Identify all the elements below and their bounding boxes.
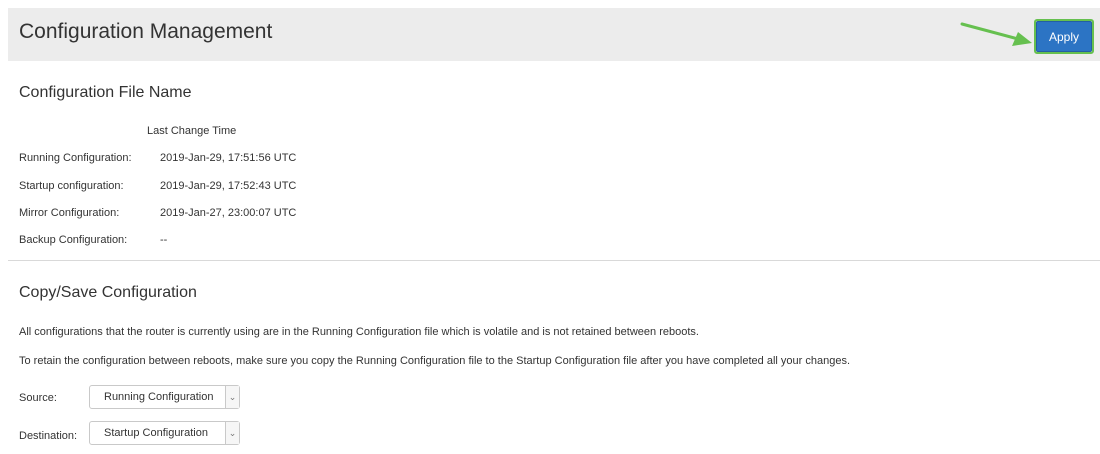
destination-select-value: Startup Configuration bbox=[104, 427, 208, 439]
destination-label: Destination: bbox=[19, 430, 78, 442]
row-value-backup: -- bbox=[160, 234, 168, 246]
source-label: Source: bbox=[19, 392, 57, 404]
column-header-last-change-time: Last Change Time bbox=[147, 125, 237, 137]
info-text-running: All configurations that the router is cu… bbox=[19, 326, 699, 338]
destination-select[interactable]: Startup Configuration ⌄ bbox=[89, 421, 240, 445]
page: Configuration Management Apply Configura… bbox=[8, 8, 1100, 454]
row-label-backup: Backup Configuration: bbox=[19, 234, 128, 246]
apply-button[interactable]: Apply bbox=[1036, 21, 1092, 52]
page-header: Configuration Management Apply bbox=[8, 8, 1100, 61]
row-value-mirror: 2019-Jan-27, 23:00:07 UTC bbox=[160, 207, 297, 219]
page-title: Configuration Management bbox=[19, 20, 273, 43]
chevron-down-icon[interactable]: ⌄ bbox=[225, 386, 239, 408]
row-label-startup: Startup configuration: bbox=[19, 180, 124, 192]
chevron-down-icon[interactable]: ⌄ bbox=[225, 422, 239, 444]
row-value-running: 2019-Jan-29, 17:51:56 UTC bbox=[160, 152, 297, 164]
section-title-copy-save: Copy/Save Configuration bbox=[19, 284, 197, 301]
row-label-running: Running Configuration: bbox=[19, 152, 132, 164]
info-text-retain: To retain the configuration between rebo… bbox=[19, 355, 850, 367]
source-select[interactable]: Running Configuration ⌄ bbox=[89, 385, 240, 409]
apply-highlight: Apply bbox=[1034, 19, 1094, 54]
row-label-mirror: Mirror Configuration: bbox=[19, 207, 120, 219]
row-value-startup: 2019-Jan-29, 17:52:43 UTC bbox=[160, 180, 297, 192]
source-select-value: Running Configuration bbox=[104, 391, 214, 403]
section-divider bbox=[8, 260, 1100, 261]
section-title-file-name: Configuration File Name bbox=[19, 84, 192, 101]
arrow-right-icon bbox=[960, 22, 1032, 46]
